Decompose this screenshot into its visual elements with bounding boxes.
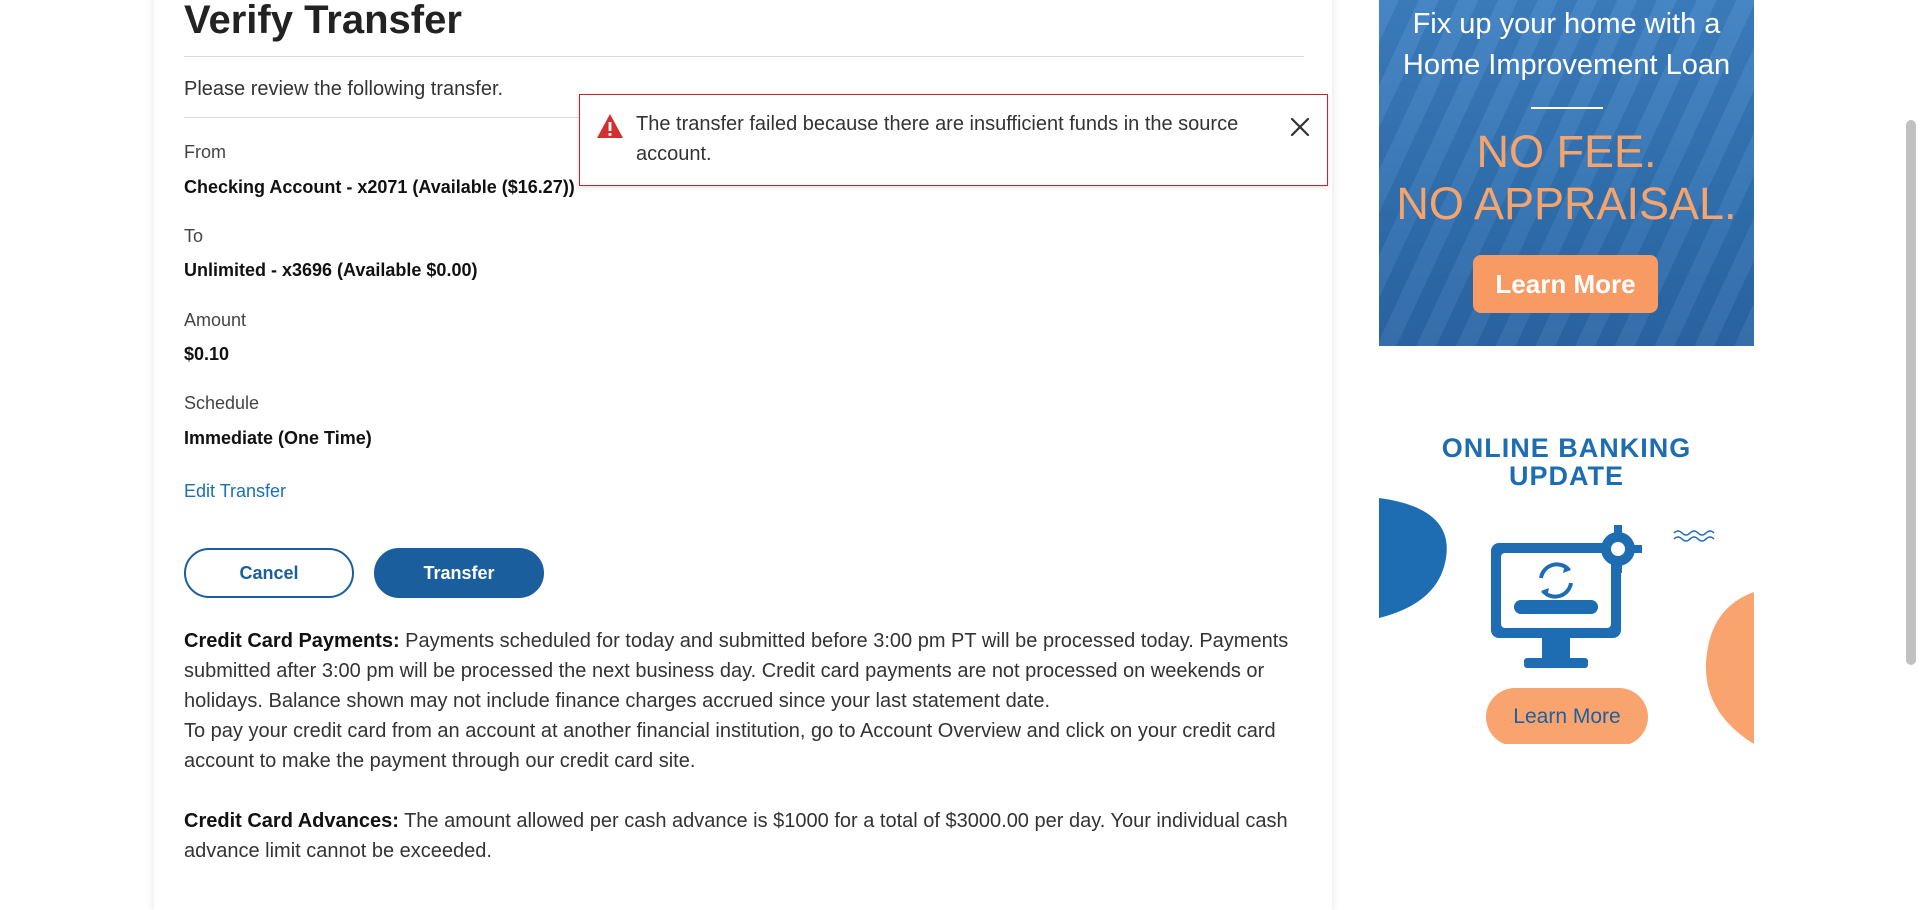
- from-label: From: [184, 142, 226, 162]
- title-divider: [184, 56, 1304, 57]
- to-value: Unlimited - x3696 (Available $0.00): [184, 260, 478, 280]
- error-alert: The transfer failed because there are in…: [579, 94, 1328, 186]
- online-banking-update-ad[interactable]: ONLINE BANKING UPDATE Learn More: [1379, 418, 1754, 744]
- intro-text: Please review the following transfer.: [184, 78, 504, 100]
- to-label: To: [184, 226, 204, 246]
- transfer-button[interactable]: Transfer: [374, 548, 544, 598]
- ad-headline-line2: Home Improvement Loan: [1402, 49, 1731, 81]
- cc-other-institution-note: To pay your credit card from an account …: [184, 720, 1276, 772]
- home-improvement-ad[interactable]: Fix up your home with a Home Improvement…: [1379, 0, 1754, 346]
- edit-transfer-link[interactable]: Edit Transfer: [184, 481, 286, 502]
- page-title: Verify Transfer: [184, 0, 462, 42]
- ad-offer: NO FEE. NO APPRAISAL.: [1379, 126, 1754, 230]
- schedule-value: Immediate (One Time): [184, 428, 372, 448]
- ad-divider: [1531, 107, 1603, 109]
- cc-payments-note: Credit Card Payments: Payments scheduled…: [184, 626, 1314, 716]
- cancel-button[interactable]: Cancel: [184, 548, 354, 598]
- from-value: Checking Account - x2071 (Available ($16…: [184, 177, 575, 197]
- cc-advances-note: Credit Card Advances: The amount allowed…: [184, 806, 1314, 866]
- scrollbar-thumb[interactable]: [1906, 120, 1916, 665]
- schedule-label: Schedule: [184, 393, 260, 413]
- close-icon[interactable]: [1288, 115, 1312, 139]
- transfer-notes: Credit Card Payments: Payments scheduled…: [184, 626, 1314, 896]
- amount-label: Amount: [184, 310, 247, 330]
- online-banking-learn-more-button[interactable]: Learn More: [1486, 688, 1648, 744]
- warning-triangle-icon: [597, 114, 623, 138]
- cc-payments-heading: Credit Card Payments:: [184, 630, 400, 652]
- ad-offer-line1: NO FEE.: [1476, 126, 1657, 177]
- home-loan-learn-more-button[interactable]: Learn More: [1473, 255, 1658, 313]
- ad-headline-line1: Fix up your home with a: [1412, 8, 1721, 40]
- ad-headline: Fix up your home with a Home Improvement…: [1379, 4, 1754, 86]
- computer-sync-icon: [1491, 525, 1642, 668]
- alert-message: The transfer failed because there are in…: [636, 113, 1239, 165]
- cc-advances-heading: Credit Card Advances:: [184, 810, 399, 832]
- ad-offer-line2: NO APPRAISAL.: [1396, 178, 1737, 229]
- amount-value: $0.10: [184, 344, 230, 364]
